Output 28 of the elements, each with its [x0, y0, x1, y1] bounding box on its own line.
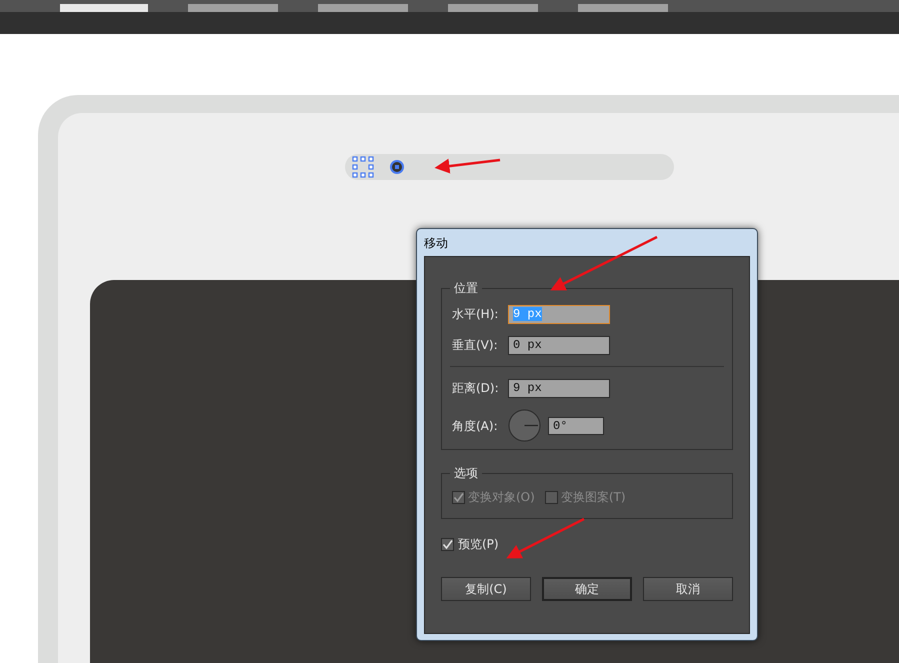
- input-field[interactable]: 0°: [548, 416, 604, 434]
- dialog-title: 移动: [424, 234, 448, 252]
- field-label: 垂直(V):: [452, 337, 499, 354]
- group-label: 选项: [453, 465, 479, 482]
- toolbar-field[interactable]: [448, 4, 538, 12]
- input-field[interactable]: 0 px: [508, 336, 610, 354]
- option-label: 变换对象(O): [468, 489, 535, 506]
- annotation-arrow: [434, 158, 500, 174]
- toolbar-field[interactable]: [318, 4, 408, 12]
- toolbar-field[interactable]: [60, 4, 148, 12]
- group-label: 位置: [453, 280, 479, 297]
- field-label: 水平(H):: [452, 306, 500, 323]
- input-field[interactable]: 9 px: [508, 378, 610, 398]
- angle-dial[interactable]: [508, 409, 541, 442]
- option-label: 变换图案(T): [560, 489, 626, 506]
- toolbar-field[interactable]: [578, 4, 668, 12]
- checkbox[interactable]: [441, 538, 454, 550]
- field-label: 角度(A):: [452, 418, 499, 434]
- grid-icon[interactable]: [352, 156, 374, 178]
- dialog-button[interactable]: 复制(C): [441, 577, 531, 601]
- toolbar-field[interactable]: [188, 4, 278, 12]
- field-label: 距离(D):: [452, 380, 500, 397]
- anchor-point-icon[interactable]: [388, 158, 406, 176]
- check-icon: [453, 492, 464, 502]
- preview-label: 预览(P): [458, 536, 499, 553]
- dialog-button[interactable]: 取消: [643, 577, 733, 601]
- dialog-button[interactable]: 确定: [542, 577, 632, 601]
- check-icon: [442, 538, 453, 550]
